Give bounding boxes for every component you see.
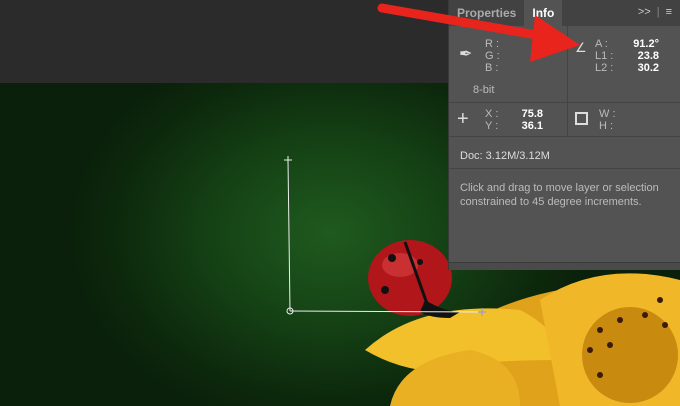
annotation-arrow — [377, 3, 580, 62]
